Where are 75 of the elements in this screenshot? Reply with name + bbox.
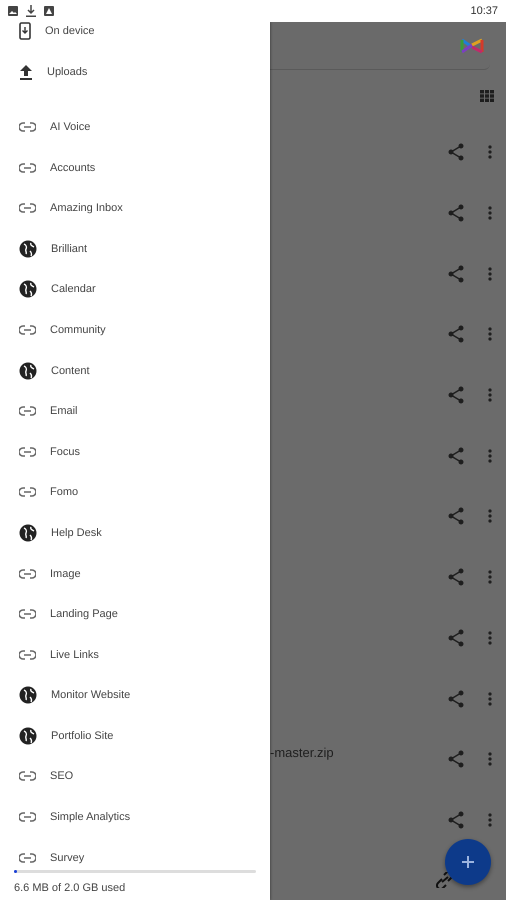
share-icon[interactable]	[448, 628, 464, 647]
more-icon[interactable]	[488, 266, 492, 281]
drawer-item[interactable]: Brilliant	[0, 228, 270, 270]
file-name: -master.zip	[270, 744, 334, 760]
drawer-item[interactable]: Amazing Inbox	[0, 188, 270, 228]
link-icon	[19, 324, 36, 335]
drawer-item[interactable]: Accounts	[0, 147, 270, 188]
share-icon[interactable]	[448, 446, 464, 465]
drawer-item[interactable]: Help Desk	[0, 512, 270, 554]
globe-icon	[19, 240, 37, 258]
share-icon[interactable]	[448, 750, 464, 768]
link-icon	[19, 487, 36, 498]
more-icon[interactable]	[488, 812, 492, 827]
storage-usage-text: 6.6 MB of 2.0 GB used	[14, 882, 126, 894]
share-icon[interactable]	[448, 386, 464, 404]
more-icon[interactable]	[488, 327, 492, 342]
globe-icon	[19, 524, 37, 542]
clock-time: 10:37	[470, 5, 498, 17]
more-icon[interactable]	[488, 630, 492, 645]
grid-view-icon[interactable]	[480, 90, 494, 102]
phone-download-icon	[19, 22, 31, 40]
link-icon	[19, 609, 36, 620]
drawer-item[interactable]: Email	[0, 390, 270, 432]
link-icon	[19, 650, 36, 660]
link-icon	[19, 852, 36, 863]
more-icon[interactable]	[488, 752, 492, 766]
plus-icon	[461, 855, 475, 869]
share-icon[interactable]	[448, 264, 464, 283]
more-icon[interactable]	[488, 692, 492, 706]
drawer-item[interactable]: Monitor Website	[0, 675, 270, 716]
upload-icon	[19, 64, 33, 80]
more-icon[interactable]	[488, 570, 492, 584]
link-icon	[19, 162, 36, 173]
share-icon[interactable]	[448, 568, 464, 586]
drawer-item[interactable]: Community	[0, 310, 270, 350]
drawer-item[interactable]: Landing Page	[0, 594, 270, 634]
image-icon	[8, 6, 18, 16]
drawer-item[interactable]: Content	[0, 350, 270, 391]
drawer-item[interactable]: Image	[0, 553, 270, 594]
bowtie-logo-icon	[460, 38, 484, 54]
share-icon[interactable]	[448, 204, 464, 222]
more-icon[interactable]	[488, 509, 492, 524]
globe-icon	[19, 280, 37, 298]
more-icon[interactable]	[488, 448, 492, 463]
notification-icon	[44, 6, 54, 16]
more-icon[interactable]	[488, 145, 492, 160]
share-icon[interactable]	[448, 810, 464, 829]
share-icon[interactable]	[448, 325, 464, 344]
share-icon[interactable]	[448, 690, 464, 708]
drawer-item[interactable]: Survey	[0, 837, 270, 866]
link-icon	[19, 406, 36, 416]
more-icon[interactable]	[488, 206, 492, 220]
link-icon	[19, 568, 36, 579]
drawer-item[interactable]: Live Links	[0, 634, 270, 675]
link-icon	[19, 446, 36, 457]
more-icon[interactable]	[488, 388, 492, 402]
download-icon	[26, 5, 36, 17]
link-icon	[19, 122, 36, 132]
drawer-item[interactable]: AI Voice	[0, 106, 270, 148]
globe-icon	[19, 686, 37, 704]
drawer-item[interactable]: Calendar	[0, 269, 270, 310]
drawer-item[interactable]: Portfolio Site	[0, 716, 270, 756]
drawer-item[interactable]: Uploads	[0, 52, 270, 92]
globe-icon	[19, 362, 37, 380]
drawer-item[interactable]: Focus	[0, 431, 270, 472]
link-icon	[19, 812, 36, 822]
share-icon[interactable]	[448, 143, 464, 162]
drawer-item[interactable]: Fomo	[0, 472, 270, 513]
link-icon	[19, 771, 36, 782]
share-icon[interactable]	[448, 507, 464, 526]
globe-icon	[19, 726, 37, 745]
drawer-item[interactable]: SEO	[0, 756, 270, 797]
add-button[interactable]	[445, 839, 491, 885]
drawer-item[interactable]: Simple Analytics	[0, 796, 270, 838]
link-icon	[19, 203, 36, 214]
